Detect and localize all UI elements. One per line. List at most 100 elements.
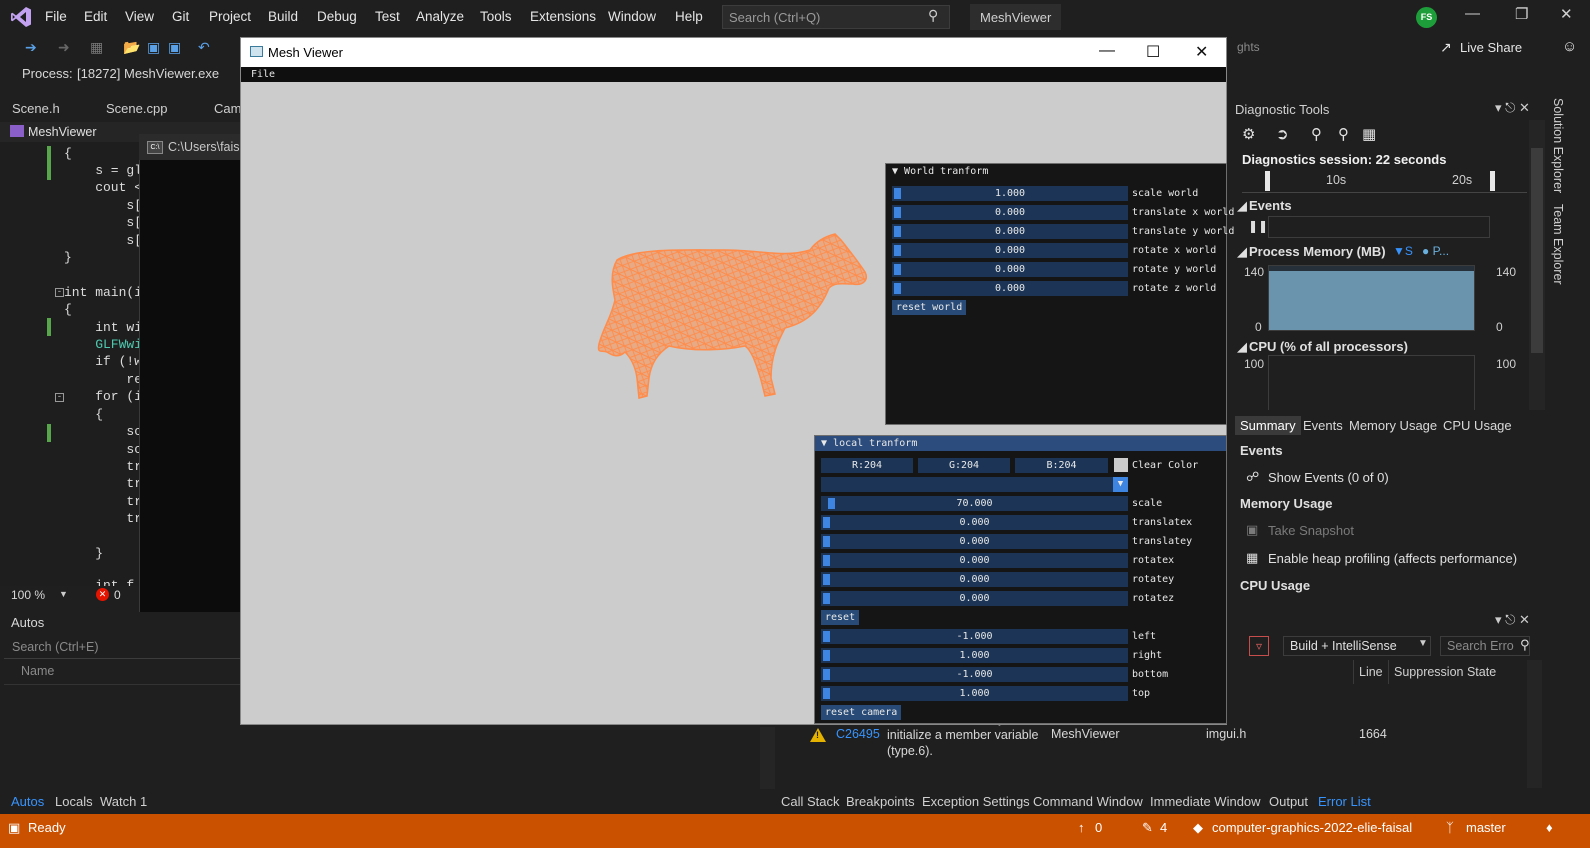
translate-x-world-slider[interactable]: 0.000 bbox=[892, 205, 1128, 220]
menu-edit[interactable]: Edit bbox=[84, 9, 107, 24]
world-transform-header[interactable]: ▼ World tranform bbox=[886, 164, 1226, 179]
tab-output[interactable]: Output bbox=[1269, 794, 1308, 809]
timeline-start-handle[interactable] bbox=[1265, 171, 1270, 191]
menu-build[interactable]: Build bbox=[268, 9, 298, 24]
status-pencil-count[interactable]: 4 bbox=[1160, 820, 1167, 835]
error-list-scrollbar[interactable] bbox=[1527, 660, 1542, 788]
close-icon[interactable]: ✕ bbox=[1560, 5, 1573, 23]
reset-zoom-icon[interactable]: ▦ bbox=[1362, 125, 1376, 143]
menu-test[interactable]: Test bbox=[375, 9, 400, 24]
show-events-link[interactable]: Show Events (0 of 0) bbox=[1268, 470, 1389, 485]
panel-controls-icon[interactable]: ▾ ⎋ ✕ bbox=[1495, 100, 1530, 116]
reset-world-button[interactable]: reset world bbox=[892, 300, 967, 315]
menu-debug[interactable]: Debug bbox=[317, 9, 357, 24]
clear-color-b[interactable]: B:204 bbox=[1015, 458, 1108, 473]
status-repo[interactable]: computer-graphics-2022-elie-faisal bbox=[1212, 820, 1412, 835]
minimize-icon[interactable]: — bbox=[1099, 42, 1115, 60]
column-separator[interactable] bbox=[1353, 660, 1354, 684]
translatey-slider[interactable]: 0.000 bbox=[821, 534, 1128, 549]
tab-memory-usage[interactable]: Memory Usage bbox=[1349, 418, 1437, 433]
right-slider[interactable]: 1.000 bbox=[821, 648, 1128, 663]
panel-controls-icon[interactable]: ▾ ⎋ ✕ bbox=[1495, 612, 1530, 628]
autos-scrollbar[interactable] bbox=[760, 727, 775, 789]
pause-icon[interactable]: ❚❚ bbox=[1248, 219, 1268, 233]
collapse-icon[interactable]: ◢ bbox=[1237, 244, 1247, 260]
process-select[interactable]: [18272] MeshViewer.exe bbox=[77, 66, 219, 81]
insights-label[interactable]: ghts bbox=[1237, 40, 1260, 54]
mesh-menu-file[interactable]: File bbox=[251, 69, 275, 80]
reset-camera-button[interactable]: reset camera bbox=[821, 705, 902, 720]
events-header[interactable]: Events bbox=[1249, 198, 1292, 213]
tab-locals[interactable]: Locals bbox=[55, 794, 93, 809]
export-icon[interactable]: ➲ bbox=[1276, 125, 1289, 143]
editor-project-selector[interactable]: MeshViewer bbox=[28, 125, 97, 139]
branch-icon[interactable]: ᛉ bbox=[1446, 820, 1454, 835]
bell-icon[interactable]: ♦ bbox=[1546, 820, 1553, 835]
rotatex-slider[interactable]: 0.000 bbox=[821, 553, 1128, 568]
open-folder-icon[interactable]: 📂 bbox=[123, 39, 140, 56]
restore-icon[interactable]: ❐ bbox=[1515, 5, 1528, 23]
local-transform-header[interactable]: ▼ local tranform bbox=[815, 436, 1226, 451]
search-icon[interactable]: ⚲ bbox=[1520, 637, 1530, 653]
zoom-select[interactable]: 100 % bbox=[11, 588, 45, 602]
heap-profiling-toggle[interactable]: Enable heap profiling (affects performan… bbox=[1268, 551, 1517, 566]
left-slider[interactable]: -1.000 bbox=[821, 629, 1128, 644]
scale-slider[interactable]: 70.000 bbox=[821, 496, 1128, 511]
save-all-icon[interactable]: ▣ bbox=[168, 39, 181, 56]
solution-explorer-tab[interactable]: Solution Explorer bbox=[1551, 98, 1565, 193]
tab-immediate-window[interactable]: Immediate Window bbox=[1150, 794, 1261, 809]
clear-color-r[interactable]: R:204 bbox=[821, 458, 913, 473]
timeline-ruler[interactable] bbox=[1242, 170, 1527, 193]
menu-window[interactable]: Window bbox=[608, 9, 656, 24]
forward-icon[interactable]: ➜ bbox=[58, 39, 70, 56]
tab-events[interactable]: Events bbox=[1303, 418, 1343, 433]
undo-icon[interactable]: ↶ bbox=[198, 39, 210, 56]
cpu-chart[interactable] bbox=[1268, 355, 1475, 410]
pencil-icon[interactable]: ✎ bbox=[1142, 820, 1153, 836]
cpu-header[interactable]: CPU (% of all processors) bbox=[1249, 339, 1408, 354]
close-icon[interactable]: ✕ bbox=[1195, 42, 1208, 62]
events-track[interactable] bbox=[1268, 216, 1490, 238]
model-select[interactable] bbox=[821, 477, 1128, 492]
memory-header[interactable]: Process Memory (MB) bbox=[1249, 244, 1386, 259]
world-transform-panel[interactable]: ▼ World tranform 1.000 scale world 0.000… bbox=[885, 163, 1234, 425]
live-share-button[interactable]: Live Share bbox=[1460, 40, 1522, 55]
tab-scene-cpp[interactable]: Scene.cpp bbox=[106, 101, 167, 116]
maximize-icon[interactable]: ☐ bbox=[1146, 42, 1160, 62]
tab-error-list[interactable]: Error List bbox=[1318, 794, 1371, 809]
error-code-link[interactable]: C26495 bbox=[836, 727, 880, 741]
tab-cpu-usage[interactable]: CPU Usage bbox=[1443, 418, 1512, 433]
menu-git[interactable]: Git bbox=[172, 9, 189, 24]
tab-scene-h[interactable]: Scene.h bbox=[12, 101, 60, 116]
chevron-down-icon[interactable]: ▼ bbox=[1418, 638, 1428, 649]
column-separator[interactable] bbox=[1388, 660, 1389, 684]
tab-call-stack[interactable]: Call Stack bbox=[781, 794, 840, 809]
top-slider[interactable]: 1.000 bbox=[821, 686, 1128, 701]
new-item-icon[interactable]: ▦ bbox=[90, 39, 103, 56]
zoom-out-icon[interactable]: ⚲ bbox=[1338, 125, 1349, 143]
rotate-z-world-slider[interactable]: 0.000 bbox=[892, 281, 1128, 296]
minimize-icon[interactable]: — bbox=[1465, 5, 1480, 22]
team-explorer-tab[interactable]: Team Explorer bbox=[1551, 204, 1565, 285]
scale-world-slider[interactable]: 1.000 bbox=[892, 186, 1128, 201]
collapse-icon[interactable]: ◢ bbox=[1237, 339, 1247, 355]
tab-command-window[interactable]: Command Window bbox=[1033, 794, 1143, 809]
translate-y-world-slider[interactable]: 0.000 bbox=[892, 224, 1128, 239]
save-icon[interactable]: ▣ bbox=[147, 39, 160, 56]
chevron-down-icon[interactable]: ▼ bbox=[59, 589, 68, 599]
menu-file[interactable]: File bbox=[45, 9, 67, 24]
back-icon[interactable]: ➔ bbox=[25, 39, 37, 56]
bottom-slider[interactable]: -1.000 bbox=[821, 667, 1128, 682]
autos-column-name[interactable]: Name bbox=[21, 664, 54, 678]
autos-search-placeholder[interactable]: Search (Ctrl+E) bbox=[12, 640, 98, 654]
error-count[interactable]: 0 bbox=[114, 588, 121, 602]
arrow-up-icon[interactable]: ↑ bbox=[1078, 820, 1085, 835]
tab-summary[interactable]: Summary bbox=[1235, 416, 1301, 435]
fold-toggle-icon[interactable]: - bbox=[55, 288, 64, 297]
tab-watch-1[interactable]: Watch 1 bbox=[100, 794, 147, 809]
console-window[interactable] bbox=[139, 134, 246, 656]
menu-project[interactable]: Project bbox=[209, 9, 251, 24]
column-line[interactable]: Line bbox=[1359, 665, 1383, 679]
error-search-input[interactable]: Search Erro bbox=[1440, 636, 1530, 656]
error-icon[interactable]: ✕ bbox=[96, 588, 109, 601]
